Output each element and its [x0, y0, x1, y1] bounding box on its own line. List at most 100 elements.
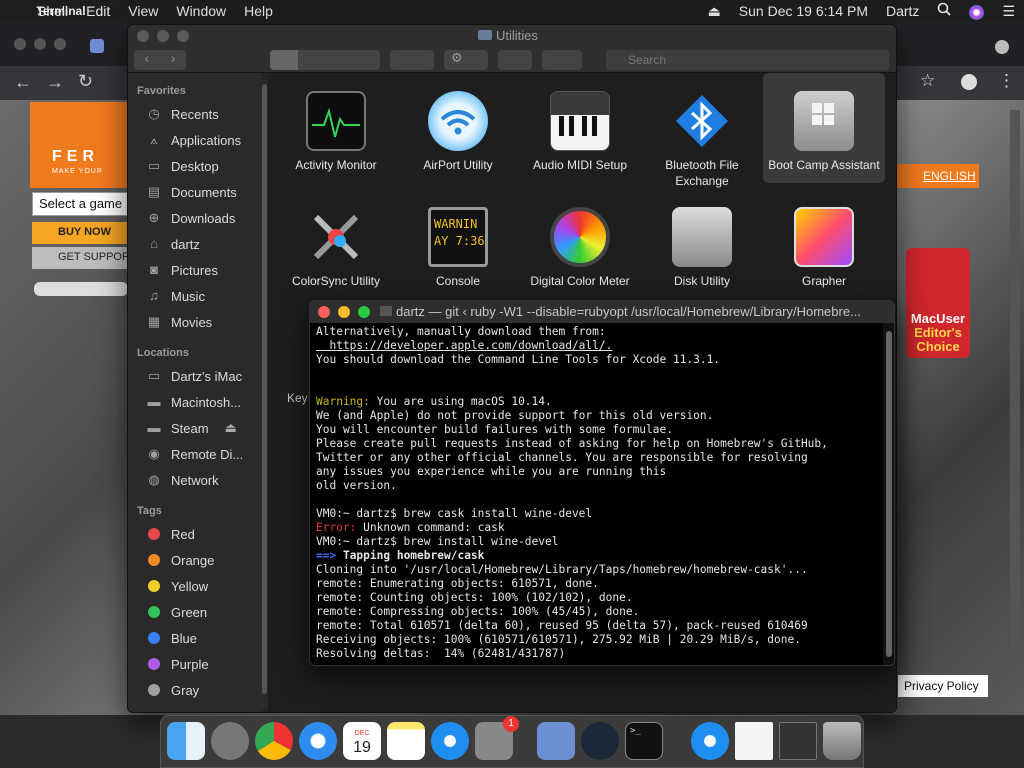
app-disk-utility[interactable]: Disk Utility [641, 197, 763, 289]
tag-button[interactable] [542, 50, 582, 70]
sidebar-tag-orange[interactable]: Orange [128, 547, 261, 573]
app-console[interactable]: WARNIN AY 7:36 Console [397, 197, 519, 289]
menu-view[interactable]: View [119, 0, 167, 22]
siri-icon[interactable] [960, 0, 993, 22]
browser-back-icon[interactable]: ← [14, 72, 32, 93]
terminal-dock-icon[interactable]: >_ [625, 722, 663, 760]
get-support-button[interactable]: GET SUPPORT [32, 247, 128, 269]
browser-tab-favicon-icon[interactable] [90, 39, 104, 53]
bookmark-star-icon[interactable]: ☆ [920, 71, 935, 91]
app-bluetooth-file-exchange[interactable]: Bluetooth File Exchange [641, 81, 763, 189]
sidebar-item-remote-disc[interactable]: ◉ Remote Di... [128, 441, 261, 467]
browser-scrollbar[interactable] [1010, 110, 1020, 650]
document-dock-icon[interactable] [735, 722, 773, 760]
list-view-button[interactable] [298, 50, 325, 70]
sidebar-scrollbar[interactable] [261, 80, 268, 710]
back-arrow-icon[interactable]: ‹ [134, 50, 160, 70]
finder-dock-icon[interactable] [167, 722, 205, 760]
app-grapher[interactable]: Grapher [763, 197, 885, 289]
browser-minimize-button[interactable] [34, 38, 46, 50]
group-by-button[interactable] [390, 50, 434, 70]
gallery-view-button[interactable] [352, 50, 380, 70]
sidebar-tag-gray[interactable]: Gray [128, 677, 261, 703]
browser-reload-icon[interactable]: ↻ [78, 71, 93, 92]
english-language-link[interactable]: ENGLISH [897, 164, 979, 188]
steam-dock-icon[interactable] [581, 722, 619, 760]
sidebar-item-downloads[interactable]: ⊕ Downloads [128, 205, 261, 231]
finder-zoom-button[interactable] [177, 30, 189, 42]
sidebar-item-network[interactable]: ◍ Network [128, 467, 261, 493]
calendar-dock-icon[interactable]: DEC 19 [343, 722, 381, 760]
menu-help[interactable]: Help [235, 0, 282, 22]
terminal-close-button[interactable] [318, 306, 330, 318]
terminal-link-line[interactable]: https://developer.apple.com/download/all… [316, 339, 880, 353]
browser-menu-icon[interactable]: ⋮ [998, 71, 1015, 91]
app-colorsync-utility[interactable]: ColorSync Utility [275, 197, 397, 289]
browser-close-button[interactable] [14, 38, 26, 50]
search-input[interactable] [606, 50, 889, 70]
eject-icon[interactable]: ⏏ [699, 0, 730, 22]
terminal-minimize-button[interactable] [338, 306, 350, 318]
safari-compass-icon[interactable] [299, 722, 337, 760]
icon-view-button[interactable] [270, 50, 298, 70]
finder-close-button[interactable] [137, 30, 149, 42]
sidebar-tag-green[interactable]: Green [128, 599, 261, 625]
select-game-dropdown[interactable]: Select a game [32, 192, 128, 216]
menu-user[interactable]: Dartz [877, 0, 928, 22]
notes-dock-icon[interactable] [387, 722, 425, 760]
sidebar-item-desktop[interactable]: ▭ Desktop [128, 153, 261, 179]
sidebar-tag-yellow[interactable]: Yellow [128, 573, 261, 599]
sidebar-item-music[interactable]: ♫ Music [128, 283, 261, 309]
game-controller-dock-icon[interactable] [537, 722, 575, 760]
menu-datetime[interactable]: Sun Dec 19 6:14 PM [730, 0, 877, 22]
spotlight-icon[interactable] [928, 0, 960, 22]
sidebar-item-recents[interactable]: ◷ Recents [128, 101, 261, 127]
sidebar-item-movies[interactable]: ▦ Movies [128, 309, 261, 335]
screenshot-stack-icon[interactable] [779, 722, 817, 760]
sidebar-tag-purple[interactable]: Purple [128, 651, 261, 677]
terminal-output[interactable]: Alternatively, manually download them fr… [310, 323, 880, 665]
notification-center-icon[interactable]: ☰ [993, 0, 1024, 22]
chrome-dock-icon[interactable] [255, 722, 293, 760]
column-view-button[interactable] [325, 50, 352, 70]
browser-forward-icon[interactable]: → [46, 72, 64, 93]
sidebar-item-home[interactable]: ⌂ dartz [128, 231, 261, 257]
sidebar-item-applications[interactable]: ⟑ Applications [128, 127, 261, 153]
privacy-policy-link[interactable]: Privacy Policy [898, 675, 988, 697]
browser-zoom-button[interactable] [54, 38, 66, 50]
terminal-scrollbar[interactable] [883, 323, 894, 665]
app-store-folder-icon[interactable] [691, 722, 729, 760]
wifi-icon [428, 91, 488, 151]
feral-logo[interactable]: FER MAKE YOUR [30, 102, 128, 188]
app-audio-midi-setup[interactable]: Audio MIDI Setup [519, 81, 641, 173]
sidebar-item-pictures[interactable]: ◙ Pictures [128, 257, 261, 283]
trash-icon[interactable] [823, 722, 861, 760]
terminal-scroll-thumb[interactable] [886, 331, 892, 657]
share-button[interactable] [498, 50, 532, 70]
menu-app-name[interactable]: Terminal [0, 0, 122, 22]
sidebar-tag-blue[interactable]: Blue [128, 625, 261, 651]
sidebar-item-steam[interactable]: ▬ Steam ⏏ [128, 415, 261, 441]
profile-icon[interactable] [961, 74, 977, 90]
app-boot-camp-assistant[interactable]: Boot Camp Assistant [763, 73, 885, 183]
terminal-line: remote: Counting objects: 100% (102/102)… [316, 591, 633, 604]
action-gear-icon[interactable]: ⚙ [444, 50, 488, 70]
system-preferences-gear-icon[interactable]: 1 [475, 716, 519, 760]
app-activity-monitor[interactable]: Activity Monitor [275, 81, 397, 173]
sidebar-tag-red[interactable]: Red [128, 521, 261, 547]
finder-minimize-button[interactable] [157, 30, 169, 42]
eject-steam-icon[interactable]: ⏏ [225, 420, 237, 436]
browser-tab-menu-icon[interactable] [995, 40, 1009, 54]
app-airport-utility[interactable]: AirPort Utility [397, 81, 519, 173]
terminal-zoom-button[interactable] [358, 306, 370, 318]
logo-text: FER [52, 148, 99, 165]
sidebar-item-documents[interactable]: ▤ Documents [128, 179, 261, 205]
menu-window[interactable]: Window [167, 0, 235, 22]
sidebar-item-macintosh-hd[interactable]: ▬ Macintosh... [128, 389, 261, 415]
app-store-icon[interactable] [431, 722, 469, 760]
launchpad-rocket-icon[interactable] [211, 722, 249, 760]
buy-now-button[interactable]: BUY NOW [32, 222, 128, 244]
sidebar-item-imac[interactable]: ▭ Dartz's iMac [128, 363, 261, 389]
forward-arrow-icon[interactable]: › [160, 50, 186, 70]
app-digital-color-meter[interactable]: Digital Color Meter [519, 197, 641, 289]
